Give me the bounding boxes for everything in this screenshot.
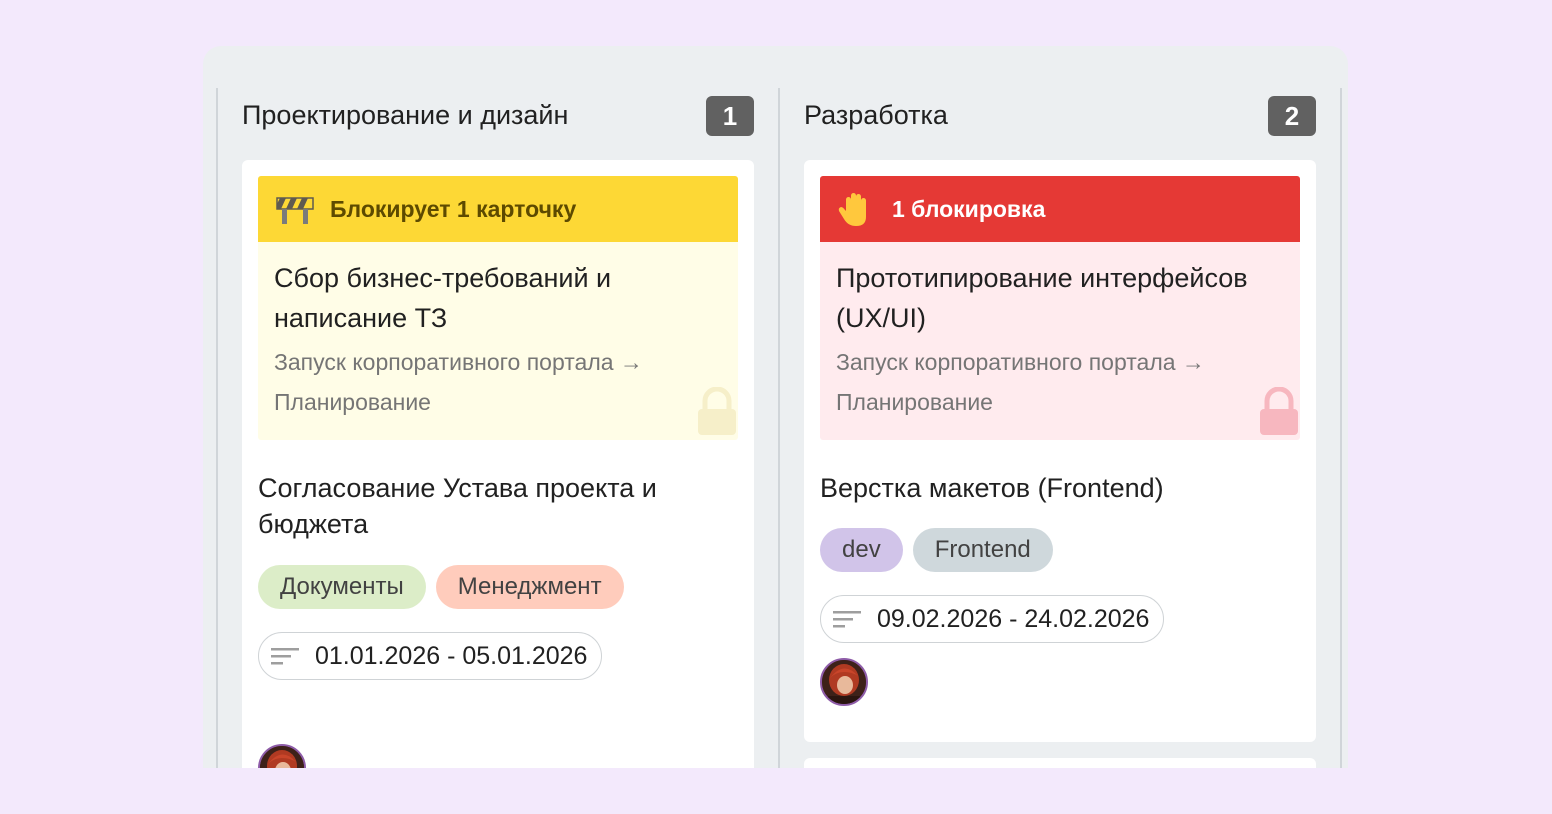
blocker-header: Блокирует 1 карточку bbox=[258, 176, 738, 242]
assignee-avatar[interactable] bbox=[820, 658, 868, 706]
avatar-image bbox=[822, 660, 866, 704]
kanban-board: Проектирование и дизайн 1 Блокирует 1 ка… bbox=[203, 46, 1348, 768]
linked-card-path: Запуск корпоративного портала → Планиров… bbox=[274, 349, 643, 415]
lock-icon bbox=[1258, 386, 1300, 440]
blocker-label: 1 блокировка bbox=[892, 195, 1046, 222]
linked-card-title[interactable]: Прототипирование интерфейсов (UX/UI) bbox=[836, 258, 1276, 338]
date-range-text: 01.01.2026 - 05.01.2026 bbox=[315, 641, 588, 670]
tag-documents[interactable]: Документы bbox=[258, 565, 426, 609]
linked-card-path: Запуск корпоративного портала → Планиров… bbox=[836, 349, 1205, 415]
avatar-image bbox=[260, 746, 304, 768]
tag-list: Документы Менеджмент bbox=[258, 565, 624, 609]
assignee-avatar[interactable] bbox=[258, 744, 306, 768]
column-title: Проектирование и дизайн bbox=[242, 100, 569, 130]
task-card[interactable]: 1 блокировка Прототипирование интерфейсо… bbox=[804, 160, 1316, 742]
column-divider bbox=[1340, 88, 1342, 768]
column-card-count: 2 bbox=[1268, 96, 1316, 136]
hand-stop-icon bbox=[838, 192, 876, 226]
blocker-panel[interactable]: Блокирует 1 карточку Сбор бизнес-требова… bbox=[258, 176, 738, 440]
task-title[interactable]: Согласование Устава проекта и бюджета bbox=[258, 470, 698, 542]
task-card[interactable]: Блокирует 1 карточку Сбор бизнес-требова… bbox=[242, 160, 754, 768]
column-header-development[interactable]: Разработка 2 bbox=[804, 96, 1316, 136]
date-range-text: 09.02.2026 - 24.02.2026 bbox=[877, 604, 1150, 633]
column-header-design[interactable]: Проектирование и дизайн 1 bbox=[242, 96, 754, 136]
lines-icon bbox=[833, 611, 861, 628]
lines-icon bbox=[271, 648, 299, 665]
date-range-chip[interactable]: 01.01.2026 - 05.01.2026 bbox=[258, 632, 603, 680]
column-title: Разработка bbox=[804, 100, 948, 130]
blocker-header: 1 блокировка bbox=[820, 176, 1300, 242]
tag-management[interactable]: Менеджмент bbox=[435, 565, 624, 609]
column-card-count: 1 bbox=[706, 96, 754, 136]
barrier-icon bbox=[276, 192, 314, 226]
tag-dev[interactable]: dev bbox=[820, 528, 903, 572]
tag-list: dev Frontend bbox=[820, 528, 1053, 572]
linked-card-title[interactable]: Сбор бизнес-требований и написание ТЗ bbox=[274, 258, 714, 338]
blocker-label: Блокирует 1 карточку bbox=[330, 195, 577, 222]
lock-icon bbox=[696, 386, 738, 440]
column-divider bbox=[778, 88, 780, 768]
column-divider bbox=[216, 88, 218, 768]
task-card-next[interactable] bbox=[804, 758, 1316, 768]
blocker-panel[interactable]: 1 блокировка Прототипирование интерфейсо… bbox=[820, 176, 1300, 440]
task-title[interactable]: Верстка макетов (Frontend) bbox=[820, 470, 1290, 506]
date-range-chip[interactable]: 09.02.2026 - 24.02.2026 bbox=[820, 595, 1165, 643]
tag-frontend[interactable]: Frontend bbox=[912, 528, 1053, 572]
